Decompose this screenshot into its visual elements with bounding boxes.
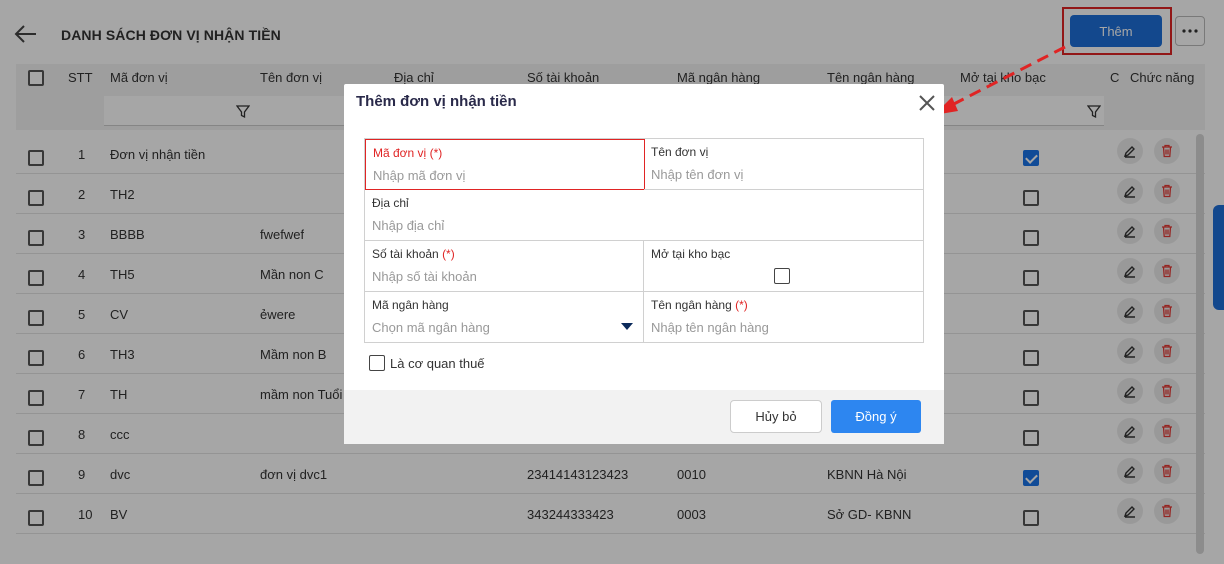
account-placeholder: Nhập số tài khoản	[372, 269, 477, 284]
required-mark: (*)	[442, 247, 455, 261]
close-icon[interactable]	[917, 93, 937, 113]
account-label: Số tài khoản (*)	[372, 247, 455, 261]
confirm-button[interactable]: Đồng ý	[831, 400, 921, 433]
name-field[interactable]: Tên đơn vị Nhập tên đơn vị	[644, 139, 924, 190]
address-placeholder: Nhập địa chỉ	[372, 218, 445, 233]
bank-name-label: Tên ngân hàng (*)	[651, 298, 748, 312]
name-label: Tên đơn vị	[651, 145, 709, 159]
dialog-form: Mã đơn vị (*) Nhập mã đơn vị Tên đơn vị …	[364, 138, 924, 343]
bank-code-label: Mã ngân hàng	[372, 298, 449, 312]
bank-name-label-text: Tên ngân hàng	[651, 298, 732, 312]
bank-name-placeholder: Nhập tên ngân hàng	[651, 320, 769, 335]
dialog-footer: Hủy bỏ Đồng ý	[344, 390, 944, 444]
address-field[interactable]: Địa chỉ Nhập địa chỉ	[365, 190, 924, 241]
code-placeholder: Nhập mã đơn vị	[373, 168, 466, 183]
dropdown-arrow-icon	[621, 323, 633, 330]
account-field[interactable]: Số tài khoản (*) Nhập số tài khoản	[365, 241, 644, 292]
code-label: Mã đơn vị (*)	[373, 146, 442, 160]
cancel-button[interactable]: Hủy bỏ	[730, 400, 822, 433]
code-label-text: Mã đơn vị	[373, 146, 427, 160]
kho-bac-label: Mở tại kho bạc	[651, 247, 731, 261]
code-field[interactable]: Mã đơn vị (*) Nhập mã đơn vị	[365, 139, 645, 190]
dialog-title: Thêm đơn vị nhận tiền	[356, 93, 517, 110]
kho-bac-checkbox[interactable]	[774, 268, 790, 284]
required-mark: (*)	[735, 298, 748, 312]
tax-agency-checkbox[interactable]	[369, 355, 385, 371]
account-label-text: Số tài khoản	[372, 247, 439, 261]
tax-agency-label: Là cơ quan thuế	[390, 356, 485, 371]
bank-code-placeholder: Chọn mã ngân hàng	[372, 320, 490, 335]
address-label: Địa chỉ	[372, 196, 409, 210]
kho-bac-field: Mở tại kho bạc	[644, 241, 924, 292]
name-placeholder: Nhập tên đơn vị	[651, 167, 744, 182]
add-dialog: Thêm đơn vị nhận tiền Mã đơn vị (*) Nhập…	[344, 84, 944, 444]
required-mark: (*)	[429, 146, 443, 160]
annotation-arrow	[934, 45, 1066, 115]
bank-name-field[interactable]: Tên ngân hàng (*) Nhập tên ngân hàng	[644, 292, 924, 343]
bank-code-select[interactable]: Mã ngân hàng Chọn mã ngân hàng	[365, 292, 644, 343]
